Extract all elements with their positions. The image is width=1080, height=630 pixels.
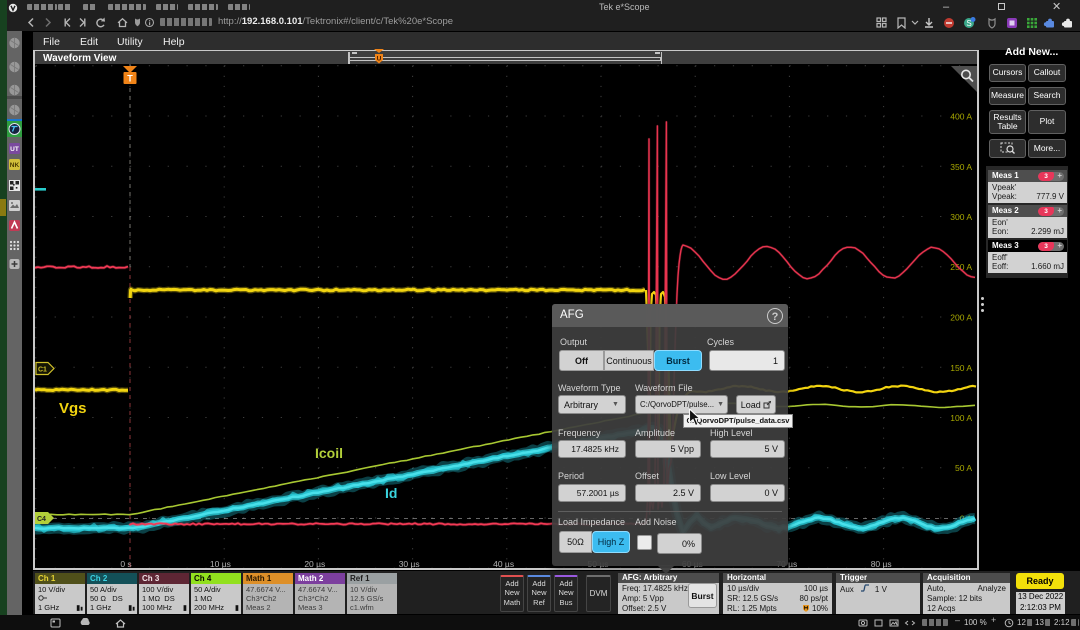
svg-text:300 A: 300 A <box>950 212 972 222</box>
svg-text:40 µs: 40 µs <box>493 559 514 568</box>
svg-text:200 A: 200 A <box>950 313 972 323</box>
svg-text:Icoil: Icoil <box>315 445 343 461</box>
svg-text:NK: NK <box>10 162 20 169</box>
svg-text:400 A: 400 A <box>950 112 972 122</box>
svg-text:80 µs: 80 µs <box>871 559 892 568</box>
svg-text:30 µs: 30 µs <box>399 559 420 568</box>
svg-text:Vgs: Vgs <box>59 400 87 417</box>
svg-text:10 µs: 10 µs <box>210 559 231 568</box>
svg-text:UT: UT <box>10 146 19 153</box>
svg-text:350 A: 350 A <box>950 162 972 172</box>
svg-text:T: T <box>127 74 133 84</box>
svg-text:Id: Id <box>385 485 397 501</box>
svg-text:C4: C4 <box>37 516 46 523</box>
svg-text:U: U <box>377 56 382 63</box>
svg-text:50 A: 50 A <box>955 463 972 473</box>
svg-text:20 µs: 20 µs <box>304 559 325 568</box>
svg-text:C1: C1 <box>38 367 47 374</box>
svg-text:100 A: 100 A <box>950 413 972 423</box>
svg-text:150 A: 150 A <box>950 363 972 373</box>
